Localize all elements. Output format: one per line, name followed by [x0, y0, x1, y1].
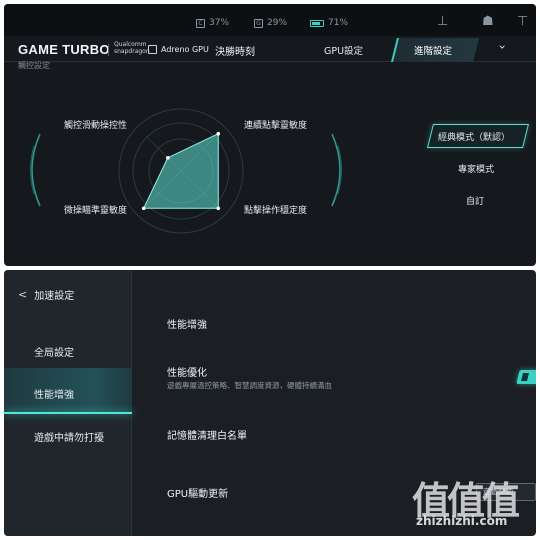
gpu-icon: G [254, 18, 263, 28]
battery-value: 71% [328, 18, 349, 28]
gpu-name: Adreno GPU [161, 45, 209, 54]
chip-icon [148, 45, 157, 54]
radar-point-top-right [216, 131, 221, 136]
status-strip: C 37% G 29% 71% ⊥ ☗ ⊤ [4, 4, 536, 36]
radar-point-bottom-right [216, 206, 221, 211]
setting-performance-optimize-desc: 遊戲專屬溫控策略、智慧調度資源，硬體持續滿血 [167, 381, 332, 390]
chevron-down-icon[interactable]: › [495, 45, 509, 50]
battery-level: 71% [310, 18, 348, 28]
toggle-knob [521, 373, 529, 381]
qualcomm-logo: Qualcomm snapdragon [114, 41, 150, 55]
touch-radar-chart[interactable] [116, 106, 246, 236]
radar-label-tap-sensitivity: 連續點擊靈敏度 [244, 121, 308, 131]
settings-sidebar: < 加速設定 全局設定 性能增強 遊戲中請勿打擾 [4, 270, 132, 536]
radar-label-stability: 點擊操作穩定度 [244, 206, 308, 216]
sidebar-item-do-not-disturb[interactable]: 遊戲中請勿打擾 [34, 429, 104, 444]
mode-expert-button[interactable]: 專家模式 [458, 162, 494, 175]
watermark-url: zhizhizhi.com [416, 514, 508, 528]
radar-point-top-left [166, 156, 170, 160]
cpu-value: 37% [209, 18, 230, 28]
back-button[interactable]: < 加速設定 [18, 287, 74, 302]
divider [108, 44, 109, 56]
cpu-usage: C 37% [196, 18, 229, 28]
radar-point-bottom-left [141, 206, 146, 211]
game-name: 決勝時刻 [215, 47, 255, 58]
radar-label-aim: 微操瞄準靈敏度 [64, 206, 128, 216]
setting-performance-optimize[interactable]: 性能優化 [167, 364, 207, 379]
brand-title: GAME TURBO [18, 42, 110, 57]
left-arc-decoration [30, 133, 41, 207]
game-turbo-advanced-panel: C 37% G 29% 71% ⊥ ☗ ⊤ GAME TURBO Qualcom… [4, 4, 536, 266]
gamepad-icon[interactable]: ☗ [482, 14, 494, 29]
antenna-icon[interactable]: ⊤ [517, 14, 528, 29]
cpu-icon: C [196, 18, 205, 28]
back-label[interactable]: 加速設定 [34, 287, 74, 302]
setting-gpu-driver-update[interactable]: GPU驅動更新 [167, 485, 228, 500]
header-bar: GAME TURBO Qualcomm snapdragon Adreno GP… [4, 36, 536, 62]
performance-optimize-toggle[interactable] [516, 370, 536, 384]
right-arc-decoration [331, 133, 342, 207]
joystick-icon[interactable]: ⊥ [437, 14, 448, 29]
chevron-left-icon[interactable]: < [18, 288, 27, 301]
radar-label-swipe: 觸控滑動操控性 [64, 121, 128, 131]
section-title-performance: 性能增強 [167, 320, 207, 331]
section-subtitle: 觸控設定 [18, 61, 50, 70]
battery-icon [310, 19, 324, 27]
sidebar-item-performance[interactable]: 性能增強 [34, 386, 74, 401]
mode-custom-button[interactable]: 自訂 [466, 194, 484, 207]
sidebar-item-global[interactable]: 全局設定 [34, 344, 74, 359]
tab-gpu-settings[interactable]: GPU設定 [324, 43, 363, 57]
mode-classic-button[interactable]: 經典模式（默認） [438, 130, 510, 143]
gpu-value: 29% [267, 18, 288, 28]
tab-advanced-settings[interactable]: 進階設定 [414, 43, 452, 57]
setting-memory-whitelist[interactable]: 記憶體清理白名單 [167, 427, 247, 442]
gpu-usage: G 29% [254, 18, 287, 28]
